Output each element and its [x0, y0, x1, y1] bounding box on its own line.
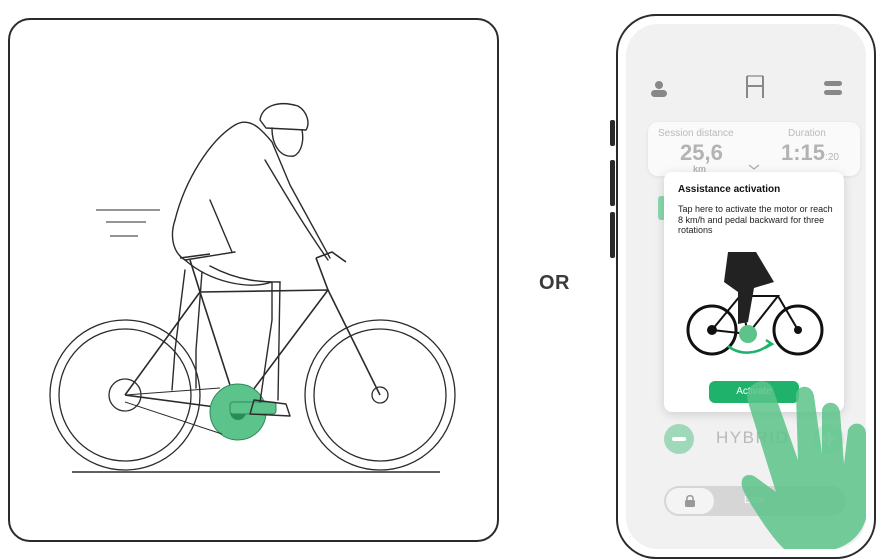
cyclist-illustration-panel	[8, 18, 499, 542]
brand-logo-icon	[746, 75, 764, 98]
separator-text: OR	[539, 272, 570, 294]
duration-label: Duration	[788, 128, 826, 139]
user-icon[interactable]	[650, 80, 668, 98]
duration-seconds: :20	[825, 152, 839, 163]
app-screen: Session distance 25,6 km Duration 1:15:2…	[626, 24, 866, 549]
popup-body: Tap here to activate the motor or reach …	[678, 204, 833, 235]
duration-value-wrap: 1:15:20	[781, 140, 839, 166]
phone-mockup: Session distance 25,6 km Duration 1:15:2…	[616, 14, 876, 559]
mode-decrease-button[interactable]	[664, 424, 694, 454]
cyclist-illustration	[49, 102, 456, 473]
bike-pedal-illustration	[686, 252, 824, 356]
duration-value: 1:15	[781, 140, 826, 165]
session-stats-card: Session distance 25,6 km Duration 1:15:2…	[648, 122, 860, 176]
phone-side-button	[610, 160, 615, 206]
menu-icon[interactable]	[824, 80, 842, 96]
phone-side-button	[610, 120, 615, 146]
lock-slider-handle[interactable]	[666, 488, 714, 514]
phone-side-button	[610, 212, 615, 258]
tapping-hand-icon	[741, 381, 866, 549]
popup-title: Assistance activation	[678, 184, 781, 195]
distance-value: 25,6	[680, 140, 723, 165]
lock-icon	[685, 495, 695, 507]
chevron-down-icon[interactable]	[748, 164, 760, 170]
distance-label: Session distance	[658, 128, 734, 139]
minus-icon	[672, 437, 686, 441]
